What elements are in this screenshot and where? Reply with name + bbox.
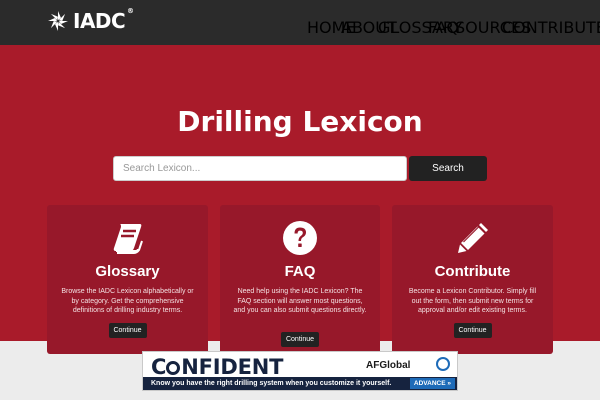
hero-section: Drilling Lexicon Search Glossary Browse …	[0, 45, 600, 362]
search-button[interactable]: Search	[409, 156, 487, 181]
ad-advance-button[interactable]: ADVANCE »	[409, 378, 455, 389]
book-icon	[113, 224, 143, 254]
ad-headline-end: NFIDENT	[181, 355, 284, 379]
contribute-title: Contribute	[434, 263, 511, 280]
ad-brand-logo-icon	[436, 357, 450, 371]
glossary-card: Glossary Browse the IADC Lexicon alphabe…	[47, 205, 208, 354]
ad-brand-name: AFGlobal	[366, 360, 411, 371]
search-input[interactable]	[113, 156, 407, 181]
faq-card: FAQ Need help using the IADC Lexicon? Th…	[220, 205, 380, 362]
contribute-continue-button[interactable]: Continue	[453, 323, 492, 338]
nav-contribute[interactable]: CONTRIBUTE	[502, 18, 600, 37]
faq-description: Need help using the IADC Lexicon? The FA…	[233, 288, 367, 314]
ad-headline: C NFIDENT	[151, 355, 283, 379]
iadc-logo-icon	[48, 11, 68, 31]
glossary-description: Browse the IADC Lexicon alphabetically o…	[61, 288, 194, 314]
page-title: Drilling Lexicon	[177, 105, 423, 138]
contribute-description: Become a Lexicon Contributor. Simply fil…	[408, 288, 537, 314]
top-navbar: IADC ® HOME ABOUT GLOSSARY FAQ SOURCES C…	[0, 0, 600, 45]
ad-tagline-bar: Know you have the right drilling system …	[143, 377, 457, 390]
logo-text: IADC	[73, 9, 126, 33]
question-circle-icon	[283, 221, 317, 255]
ad-headline-start: C	[151, 355, 167, 379]
iadc-logo[interactable]: IADC ®	[47, 7, 134, 33]
ad-tagline: Know you have the right drilling system …	[151, 380, 392, 387]
afglobal-advertisement[interactable]: C NFIDENT AFGlobal Know you have the righ…	[142, 351, 458, 391]
faq-continue-button[interactable]: Continue	[280, 332, 320, 347]
registered-mark: ®	[127, 7, 134, 15]
faq-title: FAQ	[284, 263, 316, 280]
pencil-icon	[457, 223, 488, 253]
glossary-title: Glossary	[95, 263, 160, 280]
ad-o-mark-icon	[166, 361, 181, 375]
contribute-card: Contribute Become a Lexicon Contributor.…	[392, 205, 553, 354]
glossary-continue-button[interactable]: Continue	[108, 323, 147, 338]
